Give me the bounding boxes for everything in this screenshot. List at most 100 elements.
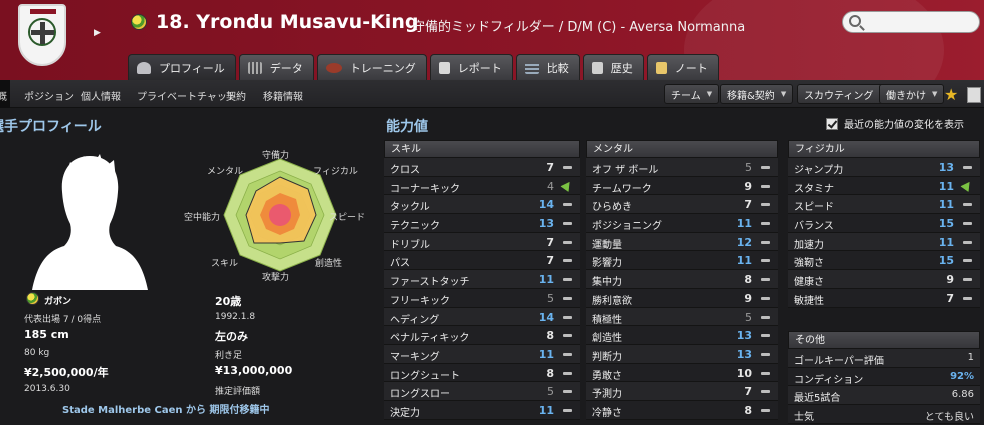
attribute-row[interactable]: チームワーク 9	[586, 176, 778, 196]
attribute-row[interactable]: 判断力 13	[586, 344, 778, 364]
tab-compare[interactable]: 比較	[515, 54, 580, 80]
subnav-private-chat[interactable]: プライベートチャット	[137, 88, 237, 103]
attribute-row[interactable]: 敏捷性 7	[788, 288, 980, 308]
tab-training[interactable]: トレーニング	[316, 54, 427, 80]
attribute-value: 7	[546, 161, 554, 174]
transfer-contract-dropdown-button[interactable]: 移籍&契約 ▼	[720, 84, 794, 104]
attribute-row[interactable]: オフ ザ ボール 5	[586, 158, 778, 177]
attribute-row[interactable]: ペナルティキック 8	[384, 326, 580, 345]
tab-label: レポート	[457, 61, 502, 75]
tab-label: プロフィール	[159, 61, 225, 75]
attribute-name: タックル	[390, 202, 430, 214]
button-label: スカウティング	[804, 90, 874, 102]
attribute-row[interactable]: クロス 7	[384, 158, 580, 177]
button-label: チーム	[671, 90, 701, 102]
attribute-row[interactable]: 健康さ 9	[788, 270, 980, 289]
attribute-value: 9	[744, 291, 752, 305]
attribute-row[interactable]: 加速力 11	[788, 232, 980, 252]
checkbox-checked-icon[interactable]	[826, 117, 838, 130]
attribute-row[interactable]: パス 7	[384, 251, 580, 271]
attribute-row[interactable]: テクニック 13	[384, 214, 580, 233]
attribute-name: 士気	[794, 412, 814, 424]
attribute-value: 11	[736, 254, 752, 268]
scouting-dropdown-button[interactable]: スカウティング▼	[797, 84, 892, 104]
attribute-row[interactable]: 勝利意欲 9	[586, 288, 778, 308]
attribute-name: コンディション	[794, 374, 864, 386]
subnav-overview[interactable]: 概	[0, 88, 7, 103]
club-crest-icon[interactable]	[18, 4, 66, 66]
subnav-contract[interactable]: 契約	[226, 88, 246, 103]
attribute-row[interactable]: 集中力 8	[586, 270, 778, 289]
crest-menu-arrow-icon[interactable]: ▶	[94, 28, 101, 38]
attribute-value: 6.86	[951, 389, 974, 401]
physical-attributes-table: フィジカル ジャンプ力 13 スタミナ 11 スピード 11 バランス 15 加速力 11 強靭さ 1…	[788, 140, 980, 308]
attribute-row[interactable]: 創造性 13	[586, 326, 778, 345]
preferred-foot: 左のみ	[215, 330, 248, 343]
attribute-row[interactable]: ロングスロー 5	[384, 382, 580, 401]
trend-flat-icon	[563, 296, 572, 300]
date-of-birth: 1992.1.8	[215, 312, 256, 322]
attribute-row[interactable]: ポジショニング 11	[586, 214, 778, 233]
attribute-value: 13	[938, 161, 954, 174]
attribute-row[interactable]: 影響力 11	[586, 251, 778, 271]
search-input[interactable]	[842, 11, 980, 33]
attribute-row[interactable]: 予測力 7	[586, 382, 778, 401]
attribute-row[interactable]: 決定力 11	[384, 400, 580, 420]
loan-status-link[interactable]: Stade Malherbe Caen から 期限付移籍中	[62, 401, 270, 416]
attribute-row[interactable]: スタミナ 11	[788, 176, 980, 196]
attribute-row[interactable]: 冷静さ 8	[586, 400, 778, 420]
subnav-transfer-info[interactable]: 移籍情報	[263, 88, 303, 103]
trend-flat-icon	[563, 334, 572, 338]
tab-data[interactable]: データ	[238, 54, 314, 80]
tab-notes[interactable]: ノート	[646, 54, 719, 80]
radar-label-defence: 守備力	[262, 151, 290, 161]
nationality[interactable]: ガボン	[44, 294, 71, 307]
attribute-row[interactable]: コーナーキック 4	[384, 176, 580, 196]
attribute-row[interactable]: 士気 とても良い	[788, 405, 980, 424]
trend-flat-icon	[761, 240, 770, 244]
attribute-name: ロングスロー	[390, 389, 450, 401]
subnav-positions[interactable]: ポジション	[24, 88, 74, 103]
approach-dropdown-button[interactable]: 働きかけ ▼	[879, 84, 945, 104]
attribute-row[interactable]: ロングシュート 8	[384, 363, 580, 383]
notes-icon	[655, 61, 667, 74]
tab-label: ノート	[674, 61, 708, 75]
attribute-row[interactable]: フリーキック 5	[384, 288, 580, 308]
show-recent-changes-toggle[interactable]: 最近の能力値の変化を表示	[826, 116, 964, 131]
attribute-row[interactable]: コンディション 92%	[788, 367, 980, 387]
trend-flat-icon	[563, 166, 572, 169]
attribute-row[interactable]: スピード 11	[788, 195, 980, 215]
attribute-row[interactable]: ドリブル 7	[384, 232, 580, 252]
team-dropdown-button[interactable]: チーム ▼	[664, 84, 720, 104]
attribute-value: 5	[547, 385, 554, 399]
shortlist-star-icon[interactable]: ★	[944, 85, 958, 104]
trend-flat-icon	[761, 222, 770, 226]
radar-label-creativity: 創造性	[315, 259, 343, 269]
subnav-personal-info[interactable]: 個人情報	[81, 88, 121, 103]
attribute-row[interactable]: ひらめき 7	[586, 195, 778, 215]
radar-label-technique: スキル	[211, 259, 239, 269]
attribute-row[interactable]: ヘディング 14	[384, 307, 580, 327]
attribute-row[interactable]: ジャンプ力 13	[788, 158, 980, 177]
attribute-row[interactable]: マーキング 11	[384, 344, 580, 364]
attribute-row[interactable]: ファーストタッチ 11	[384, 270, 580, 289]
trend-flat-icon	[963, 296, 972, 300]
trend-flat-icon	[563, 408, 572, 412]
attribute-row[interactable]: 運動量 12	[586, 232, 778, 252]
attribute-row[interactable]: 勇敢さ 10	[586, 363, 778, 383]
attribute-value: 15	[938, 217, 954, 231]
attribute-value: 13	[736, 347, 752, 361]
attribute-name: スタミナ	[794, 183, 834, 195]
document-icon[interactable]	[967, 87, 981, 103]
tab-history[interactable]: 歴史	[582, 54, 644, 80]
tab-profile[interactable]: プロフィール	[128, 54, 236, 80]
attribute-row[interactable]: タックル 14	[384, 195, 580, 215]
attribute-name: チームワーク	[592, 183, 652, 195]
attribute-row[interactable]: ゴールキーパー評価 1	[788, 349, 980, 368]
attribute-row[interactable]: 積極性 5	[586, 307, 778, 327]
attribute-row[interactable]: 強靭さ 15	[788, 251, 980, 271]
attribute-value: 11	[938, 179, 954, 193]
attribute-row[interactable]: バランス 15	[788, 214, 980, 233]
attribute-row[interactable]: 最近5試合 6.86	[788, 386, 980, 406]
tab-report[interactable]: レポート	[429, 54, 513, 80]
